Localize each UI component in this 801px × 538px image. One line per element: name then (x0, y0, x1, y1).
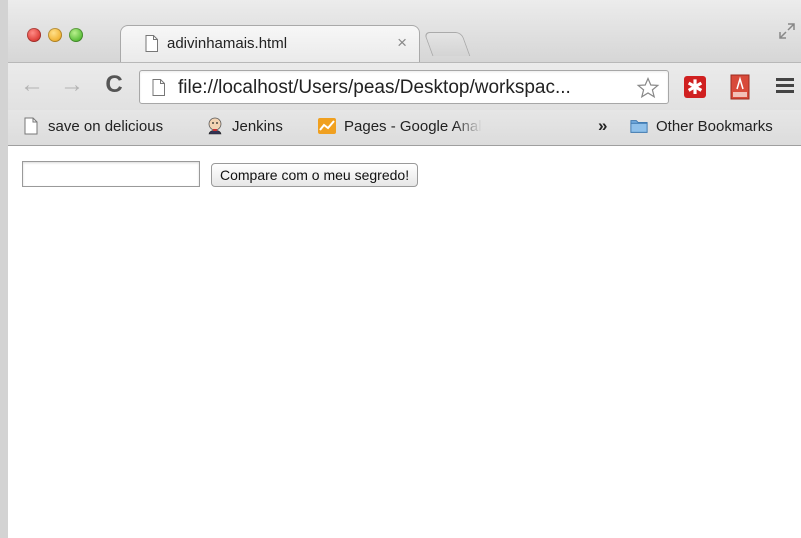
analytics-icon (318, 118, 336, 134)
window-minimize-button[interactable] (48, 28, 62, 42)
page-icon (152, 79, 165, 96)
window-close-button[interactable] (27, 28, 41, 42)
bookmark-label: Jenkins (232, 118, 283, 135)
menu-icon[interactable] (776, 78, 794, 94)
bookmarks-bar: save on delicious Jenkins Pages - Google… (8, 110, 801, 146)
compare-button[interactable]: Compare com o meu segredo! (211, 163, 419, 187)
page-content: Compare com o meu segredo! (8, 146, 801, 538)
bookmark-label: Pages - Google Anal (344, 118, 482, 135)
bookmark-google-analytics[interactable]: Pages - Google Anal (318, 116, 508, 138)
bookmark-jenkins[interactable]: Jenkins (206, 116, 316, 138)
new-tab-button[interactable] (423, 32, 471, 56)
bookmark-save-on-delicious[interactable]: save on delicious (22, 116, 212, 138)
page-icon (145, 35, 158, 52)
page-icon (24, 117, 38, 135)
bookmark-label: Other Bookmarks (656, 118, 773, 135)
toolbar: ← → C file://localhost/Users/peas/Deskto… (8, 62, 801, 110)
url-text[interactable]: file://localhost/Users/peas/Desktop/work… (178, 77, 630, 99)
folder-icon (630, 120, 648, 133)
tab-strip: adivinhamais.html × (8, 0, 801, 63)
bookmark-star-icon[interactable] (636, 76, 660, 100)
browser-window: adivinhamais.html × ← → C file://localho… (0, 0, 801, 538)
jenkins-icon (208, 117, 222, 135)
close-icon[interactable]: × (397, 33, 407, 53)
fullscreen-icon[interactable] (778, 22, 796, 40)
reload-button[interactable]: C (100, 71, 128, 99)
forward-button[interactable]: → (58, 71, 86, 99)
back-button[interactable]: ← (18, 71, 46, 99)
window-zoom-button[interactable] (69, 28, 83, 42)
bookmarks-overflow-button[interactable]: » (598, 116, 607, 136)
tab-title: adivinhamais.html (167, 35, 288, 52)
bookmark-label: save on delicious (48, 118, 164, 135)
tab-active[interactable]: adivinhamais.html × (120, 25, 420, 63)
guess-input[interactable] (22, 161, 200, 187)
acrobat-extension-icon[interactable] (729, 74, 751, 100)
bookmark-other-bookmarks[interactable]: Other Bookmarks (630, 116, 801, 138)
address-bar[interactable]: file://localhost/Users/peas/Desktop/work… (139, 70, 669, 104)
lastpass-extension-icon[interactable]: ✱ (684, 76, 706, 99)
